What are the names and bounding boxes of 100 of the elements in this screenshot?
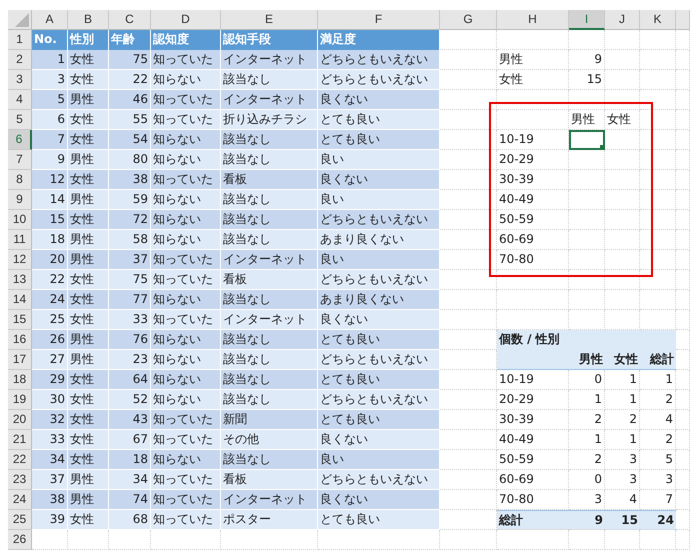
column-header[interactable]: J [605, 10, 640, 30]
empty-cell[interactable] [497, 530, 569, 550]
empty-cell[interactable] [151, 530, 221, 550]
empty-cell[interactable] [676, 370, 690, 390]
empty-cell[interactable] [497, 270, 569, 290]
empty-cell[interactable] [676, 390, 690, 410]
row-header[interactable]: 10 [8, 210, 32, 230]
empty-cell[interactable] [640, 210, 676, 230]
row-header[interactable]: 14 [8, 290, 32, 310]
column-header[interactable] [676, 10, 690, 30]
row-header[interactable]: 7 [8, 150, 32, 170]
select-all-icon[interactable] [15, 13, 29, 27]
row-header[interactable]: 22 [8, 450, 32, 470]
row-header[interactable]: 9 [8, 190, 32, 210]
empty-cell[interactable] [676, 50, 690, 70]
empty-cell[interactable] [676, 510, 690, 530]
row-header[interactable]: 17 [8, 350, 32, 370]
empty-cell[interactable] [605, 90, 640, 110]
empty-cell[interactable] [68, 530, 109, 550]
column-header[interactable]: B [68, 10, 109, 30]
empty-cell[interactable] [676, 470, 690, 490]
empty-cell[interactable] [605, 230, 640, 250]
empty-cell[interactable] [676, 410, 690, 430]
empty-cell[interactable] [569, 170, 605, 190]
empty-cell[interactable] [676, 270, 690, 290]
row-header[interactable]: 26 [8, 530, 32, 550]
empty-cell[interactable] [640, 190, 676, 210]
empty-cell[interactable] [676, 350, 690, 370]
empty-cell[interactable] [676, 150, 690, 170]
empty-cell[interactable] [318, 530, 440, 550]
row-header[interactable]: 16 [8, 330, 32, 350]
empty-cell[interactable] [676, 430, 690, 450]
empty-cell[interactable] [569, 210, 605, 230]
row-header[interactable]: 13 [8, 270, 32, 290]
empty-cell[interactable] [569, 30, 605, 50]
row-header[interactable]: 12 [8, 250, 32, 270]
empty-cell[interactable] [676, 170, 690, 190]
empty-cell[interactable] [569, 530, 605, 550]
empty-cell[interactable] [640, 70, 676, 90]
empty-cell[interactable] [640, 30, 676, 50]
empty-cell[interactable] [109, 530, 151, 550]
row-header[interactable]: 19 [8, 390, 32, 410]
column-header[interactable]: D [151, 10, 221, 30]
row-header[interactable]: 1 [8, 30, 32, 50]
empty-cell[interactable] [640, 530, 676, 550]
empty-cell[interactable] [676, 530, 690, 550]
row-header[interactable]: 20 [8, 410, 32, 430]
column-header[interactable]: E [221, 10, 318, 30]
empty-cell[interactable] [676, 250, 690, 270]
empty-cell[interactable] [676, 130, 690, 150]
empty-cell[interactable] [440, 530, 497, 550]
empty-cell[interactable] [605, 50, 640, 70]
empty-cell[interactable] [569, 90, 605, 110]
column-header[interactable]: H [497, 10, 569, 30]
empty-cell[interactable] [676, 330, 690, 350]
empty-cell[interactable] [497, 290, 569, 310]
empty-cell[interactable] [676, 450, 690, 470]
empty-cell[interactable] [605, 170, 640, 190]
column-header[interactable]: F [318, 10, 440, 30]
row-header[interactable]: 18 [8, 370, 32, 390]
empty-cell[interactable] [605, 250, 640, 270]
empty-cell[interactable] [676, 490, 690, 510]
empty-cell[interactable] [640, 250, 676, 270]
empty-cell[interactable] [221, 530, 318, 550]
empty-cell[interactable] [640, 110, 676, 130]
empty-cell[interactable] [605, 210, 640, 230]
column-header[interactable]: C [109, 10, 151, 30]
empty-cell[interactable] [605, 190, 640, 210]
empty-cell[interactable] [676, 90, 690, 110]
empty-cell[interactable] [569, 290, 605, 310]
empty-cell[interactable] [676, 310, 690, 330]
empty-cell[interactable] [676, 190, 690, 210]
empty-cell[interactable] [640, 230, 676, 250]
row-header[interactable]: 15 [8, 310, 32, 330]
column-header[interactable]: K [640, 10, 676, 30]
column-header[interactable]: A [32, 10, 68, 30]
empty-cell[interactable] [605, 530, 640, 550]
row-header[interactable]: 4 [8, 90, 32, 110]
empty-cell[interactable] [640, 150, 676, 170]
empty-cell[interactable] [676, 210, 690, 230]
empty-cell[interactable] [605, 270, 640, 290]
empty-cell[interactable] [676, 290, 690, 310]
empty-cell[interactable] [605, 290, 640, 310]
row-header[interactable]: 6 [8, 130, 32, 150]
row-header[interactable]: 21 [8, 430, 32, 450]
empty-cell[interactable] [497, 110, 569, 130]
empty-cell[interactable] [640, 90, 676, 110]
row-header[interactable]: 8 [8, 170, 32, 190]
empty-cell[interactable] [605, 70, 640, 90]
empty-cell[interactable] [605, 150, 640, 170]
empty-cell[interactable] [676, 110, 690, 130]
row-header[interactable]: 25 [8, 510, 32, 530]
empty-cell[interactable] [497, 90, 569, 110]
empty-cell[interactable] [497, 30, 569, 50]
empty-cell[interactable] [640, 130, 676, 150]
row-header[interactable]: 23 [8, 470, 32, 490]
empty-cell[interactable] [676, 230, 690, 250]
column-header[interactable]: G [440, 10, 497, 30]
empty-cell[interactable] [569, 150, 605, 170]
empty-cell[interactable] [640, 170, 676, 190]
